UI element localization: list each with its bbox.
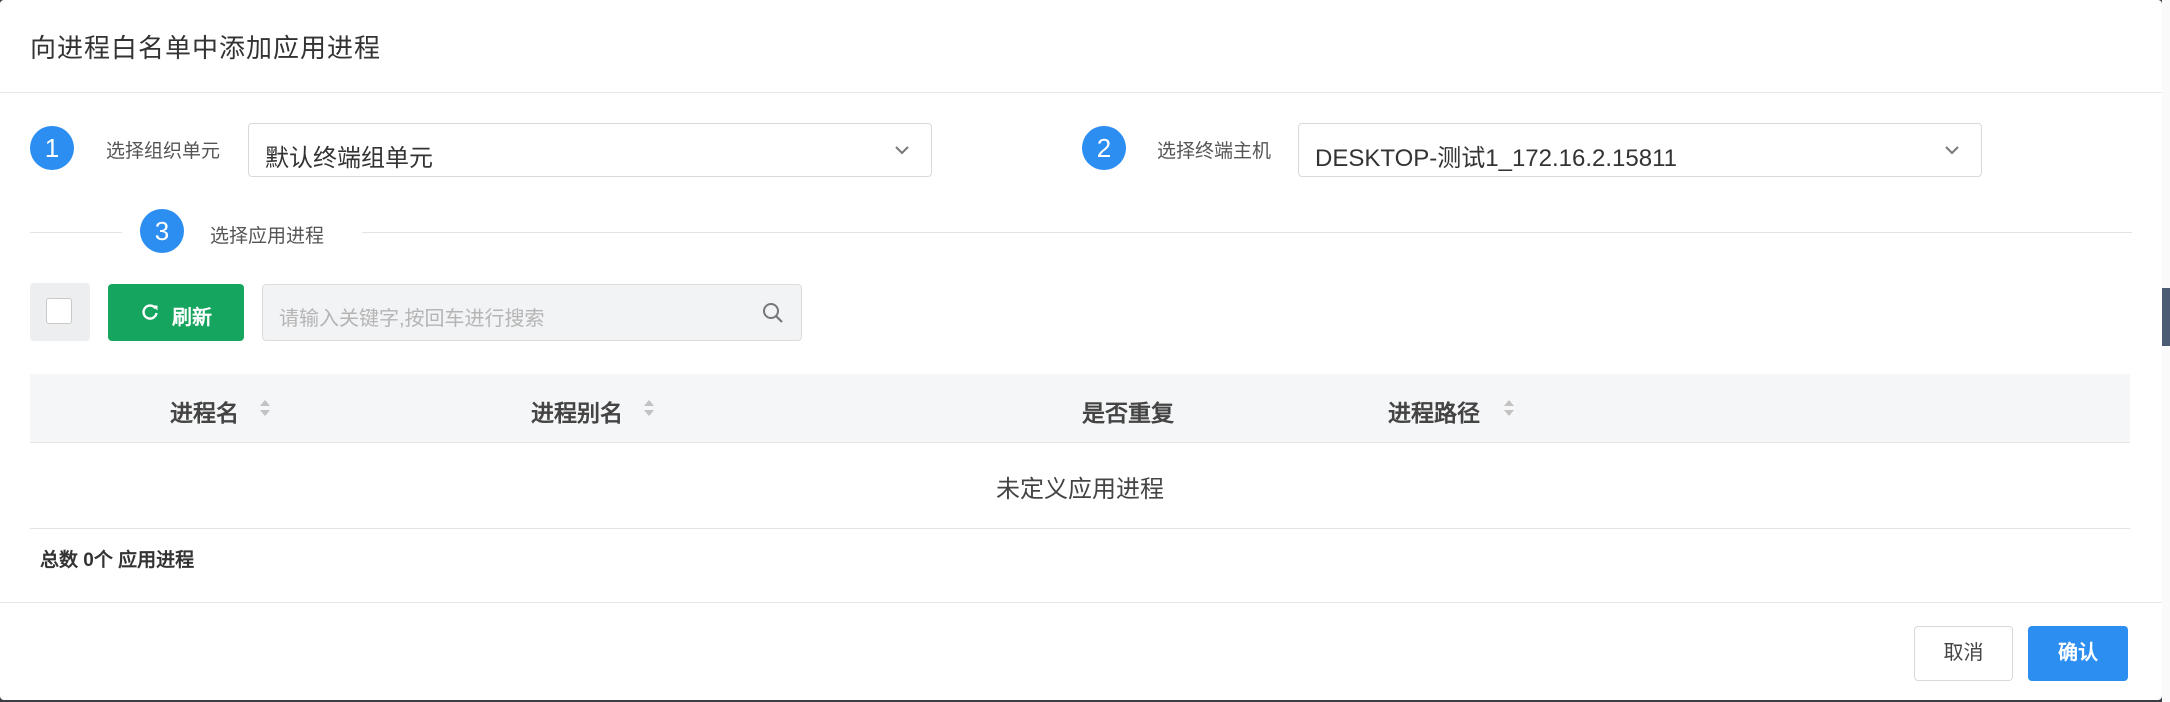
total-count: 总数 0个 应用进程 xyxy=(40,550,195,571)
search-icon[interactable] xyxy=(761,301,785,325)
step-2-label: 选择终端主机 xyxy=(1157,141,1272,162)
background-edge-mark xyxy=(2162,288,2170,346)
chevron-down-icon xyxy=(895,146,909,155)
footer-divider xyxy=(0,602,2162,603)
sort-icon[interactable] xyxy=(1502,397,1516,419)
column-header-process-path[interactable]: 进程路径 xyxy=(1388,394,1480,428)
search-placeholder: 请输入关键字,按回车进行搜索 xyxy=(279,308,545,330)
step-3-label: 选择应用进程 xyxy=(210,226,325,247)
refresh-icon xyxy=(142,304,158,320)
select-all-checkbox-wrapper xyxy=(30,283,90,341)
refresh-button-label: 刷新 xyxy=(172,307,212,329)
column-header-process-name[interactable]: 进程名 xyxy=(170,394,239,428)
sort-icon[interactable] xyxy=(258,397,272,419)
cancel-button[interactable]: 取消 xyxy=(1914,626,2013,681)
add-process-dialog: 向进程白名单中添加应用进程 1 选择组织单元 默认终端组单元 2 选择终端主机 … xyxy=(0,0,2162,700)
step-1-label: 选择组织单元 xyxy=(106,141,221,162)
select-all-checkbox[interactable] xyxy=(46,298,72,324)
table-empty-row: 未定义应用进程 xyxy=(30,443,2130,529)
terminal-host-select-value: DESKTOP-测试1_172.16.2.15811 xyxy=(1315,145,1677,172)
sort-icon[interactable] xyxy=(642,397,656,419)
table-empty-text: 未定义应用进程 xyxy=(996,476,1164,503)
step-3-divider-right xyxy=(362,232,2132,233)
table-header: 进程名 进程别名 是否重复 进程路径 xyxy=(30,374,2130,443)
background-edge xyxy=(2162,0,2170,702)
org-unit-select[interactable]: 默认终端组单元 xyxy=(248,123,932,177)
terminal-host-select[interactable]: DESKTOP-测试1_172.16.2.15811 xyxy=(1298,123,1982,177)
confirm-button[interactable]: 确认 xyxy=(2028,626,2128,681)
dialog-header: 向进程白名单中添加应用进程 xyxy=(0,0,2162,93)
column-header-is-duplicate: 是否重复 xyxy=(1082,400,1174,426)
step-2-badge: 2 xyxy=(1082,126,1126,170)
org-unit-select-value: 默认终端组单元 xyxy=(265,145,433,172)
dialog-title: 向进程白名单中添加应用进程 xyxy=(30,33,382,63)
step-3-divider-left xyxy=(30,232,122,233)
step-3-badge: 3 xyxy=(140,209,184,253)
column-header-process-alias[interactable]: 进程别名 xyxy=(531,394,623,428)
chevron-down-icon xyxy=(1945,146,1959,155)
refresh-button[interactable]: 刷新 xyxy=(108,284,244,341)
search-input[interactable]: 请输入关键字,按回车进行搜索 xyxy=(262,284,802,341)
step-1-badge: 1 xyxy=(30,126,74,170)
